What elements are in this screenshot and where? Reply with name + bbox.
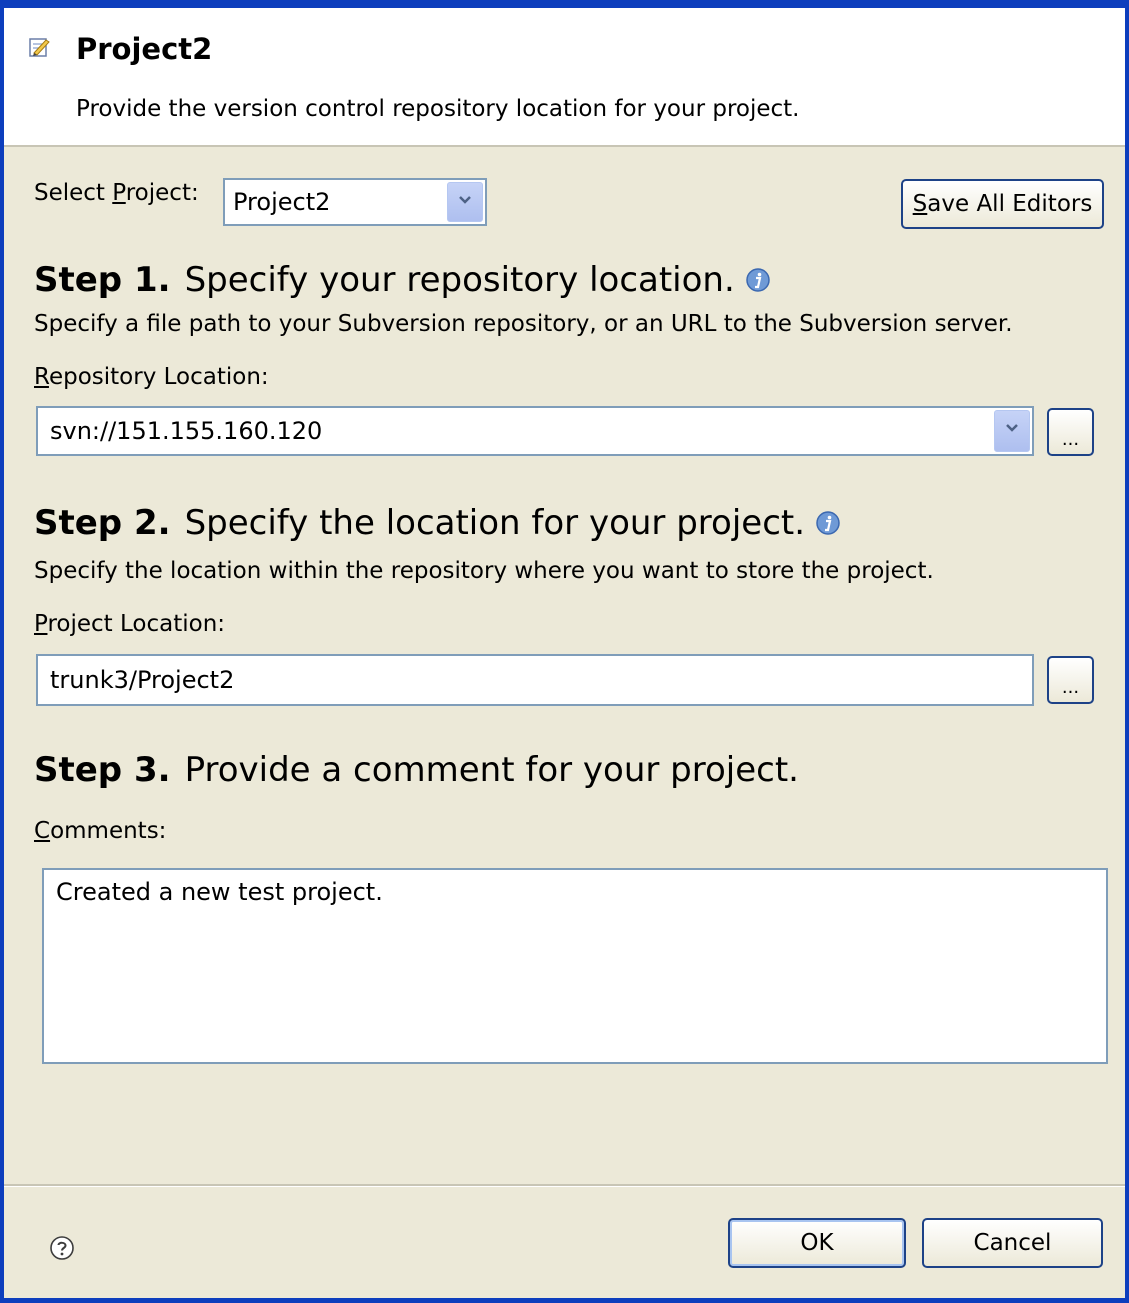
- step3-title: Provide a comment for your project.: [184, 750, 799, 790]
- dialog-window: Project2 Provide the version control rep…: [0, 0, 1129, 1303]
- repository-location-dropdown-button[interactable]: [994, 410, 1030, 452]
- chevron-down-icon: [1006, 424, 1018, 432]
- project-location-label: Project Location:: [34, 611, 225, 637]
- comments-mnemonic: C: [34, 818, 51, 844]
- footer-separator: [4, 1184, 1125, 1187]
- step1-heading: Step 1. Specify your repository location…: [34, 260, 771, 300]
- step2-title: Specify the location for your project.: [184, 503, 806, 543]
- save-all-editors-button[interactable]: Save All Editors: [901, 179, 1104, 229]
- project-location-field[interactable]: trunk3/Project2: [36, 654, 1034, 706]
- help-icon[interactable]: [48, 1234, 76, 1262]
- dialog-title: Project2: [76, 32, 213, 66]
- step3-heading: Step 3. Provide a comment for your proje…: [34, 750, 799, 790]
- step1-description: Specify a file path to your Subversion r…: [34, 311, 1013, 337]
- project-location-mnemonic: P: [34, 611, 48, 637]
- step3-number: Step 3.: [34, 750, 171, 790]
- info-icon[interactable]: [815, 510, 841, 536]
- repository-location-label-text: epository Location:: [48, 364, 269, 390]
- repository-browse-button[interactable]: ...: [1047, 408, 1094, 456]
- select-project-combo[interactable]: Project2: [223, 178, 487, 226]
- info-icon[interactable]: [745, 267, 771, 293]
- comments-label: Comments:: [34, 818, 166, 844]
- select-project-label-prefix: Select: [34, 180, 113, 206]
- select-project-dropdown-button[interactable]: [447, 182, 483, 222]
- step1-title: Specify your repository location.: [184, 260, 735, 300]
- select-project-label-suffix: roject:: [125, 180, 199, 206]
- project-location-label-text: roject Location:: [47, 611, 226, 637]
- repository-location-combo[interactable]: svn://151.155.160.120: [36, 406, 1034, 456]
- project-location-browse-button[interactable]: ...: [1047, 656, 1094, 704]
- step2-number: Step 2.: [34, 503, 171, 543]
- wizard-icon: [29, 38, 50, 57]
- repository-location-value: svn://151.155.160.120: [50, 417, 323, 445]
- save-all-editors-mnemonic: S: [912, 191, 928, 217]
- repository-location-label: Repository Location:: [34, 364, 269, 390]
- select-project-value: Project2: [233, 188, 331, 216]
- step2-heading: Step 2. Specify the location for your pr…: [34, 503, 841, 543]
- cancel-button[interactable]: Cancel: [922, 1218, 1103, 1268]
- ok-button[interactable]: OK: [728, 1218, 906, 1268]
- chevron-down-icon: [459, 196, 471, 204]
- comments-value: Created a new test project.: [56, 878, 383, 906]
- select-project-label-mnemonic: P: [112, 180, 126, 206]
- comments-label-text: omments:: [50, 818, 167, 844]
- comments-textarea[interactable]: Created a new test project.: [42, 868, 1108, 1064]
- save-all-editors-label: ave All Editors: [927, 191, 1093, 217]
- dialog-subtitle: Provide the version control repository l…: [76, 96, 800, 122]
- select-project-label: Select Project:: [34, 180, 199, 206]
- repository-location-mnemonic: R: [34, 364, 49, 390]
- step2-description: Specify the location within the reposito…: [34, 558, 934, 584]
- project-location-value: trunk3/Project2: [50, 666, 235, 694]
- step1-number: Step 1.: [34, 260, 171, 300]
- dialog-header: Project2 Provide the version control rep…: [4, 8, 1125, 147]
